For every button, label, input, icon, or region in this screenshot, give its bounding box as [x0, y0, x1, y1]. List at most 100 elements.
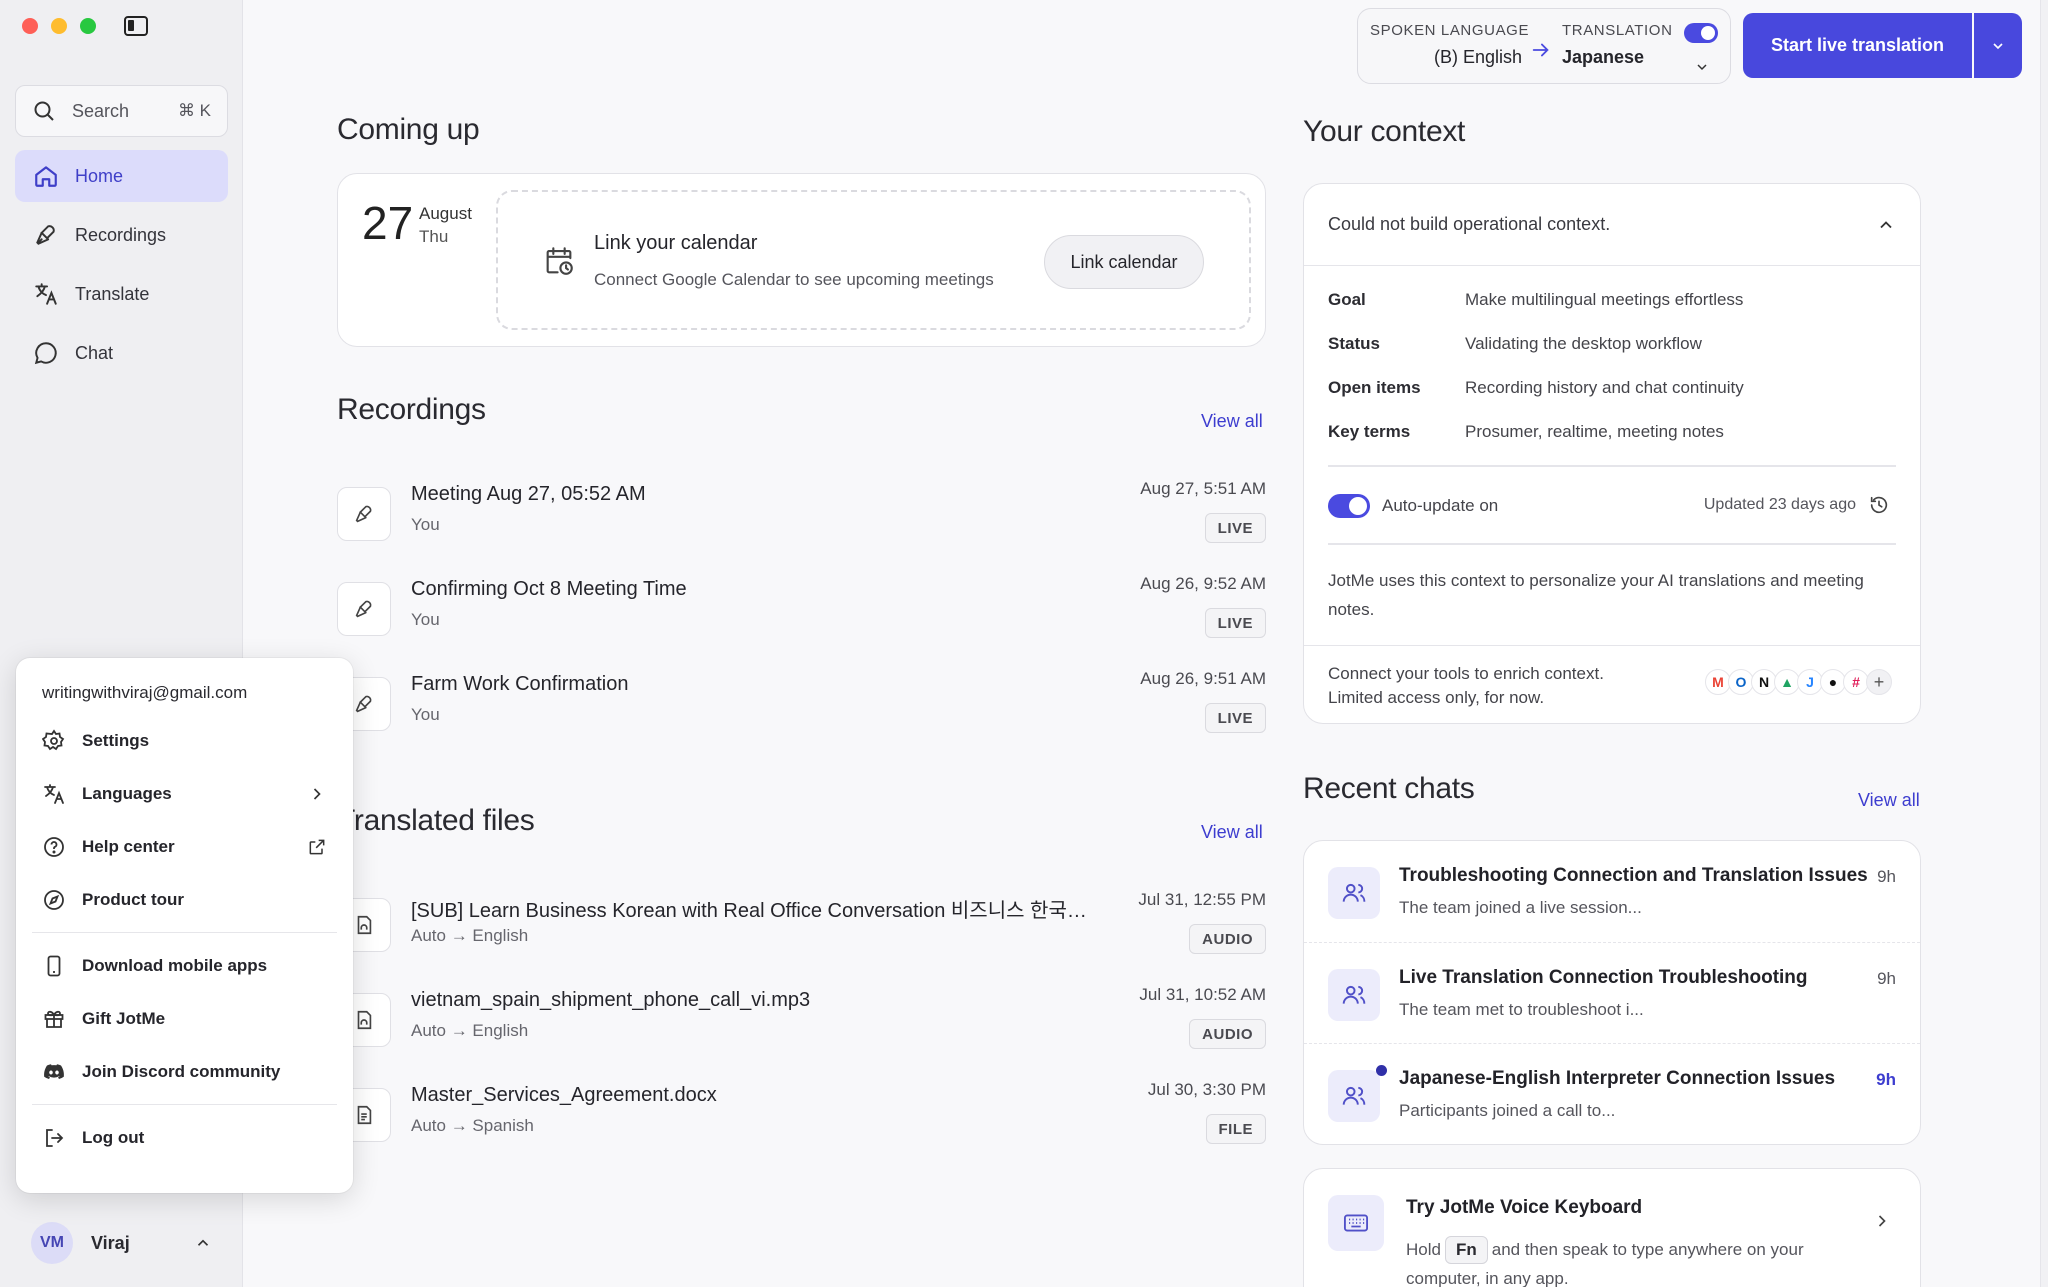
sidebar-item-label: Recordings	[75, 224, 167, 245]
link-calendar-button[interactable]: Link calendar	[1044, 235, 1204, 289]
menu-divider	[32, 932, 337, 933]
home-icon	[35, 166, 57, 187]
file-date: Jul 30, 3:30 PM	[1147, 1080, 1266, 1099]
context-field-key: Key terms	[1328, 422, 1411, 441]
recording-icon-wrap	[337, 487, 391, 541]
sidebar-toggle-icon[interactable]	[124, 16, 148, 36]
menu-item-help-center[interactable]: Help center	[28, 820, 341, 873]
chat-row[interactable]: Japanese-English Interpreter Connection …	[1304, 1043, 1920, 1144]
context-field-value: Prosumer, realtime, meeting notes	[1465, 422, 1724, 441]
recent-chats-view-all-link[interactable]: View all	[1858, 790, 1920, 811]
status-badge: LIVE	[1204, 703, 1266, 733]
discord-icon	[44, 1063, 64, 1079]
context-status-text: Could not build operational context.	[1328, 214, 1611, 234]
menu-item-gift-jotme[interactable]: Gift JotMe	[28, 992, 341, 1045]
chat-row[interactable]: Troubleshooting Connection and Translati…	[1304, 841, 1920, 942]
context-card: Could not build operational context. Goa…	[1303, 183, 1921, 724]
unread-dot	[1376, 1065, 1387, 1076]
recording-date: Aug 27, 5:51 AM	[1140, 479, 1266, 498]
connect-tools-text: Connect your tools to enrich context. Li…	[1328, 662, 1604, 710]
maximize-window-button[interactable]	[80, 18, 96, 34]
start-options-dropdown[interactable]	[1974, 13, 2022, 78]
recent-chats-card: Troubleshooting Connection and Translati…	[1303, 840, 1921, 1145]
file-name: Master_Services_Agreement.docx	[411, 1084, 717, 1106]
recording-date: Aug 26, 9:51 AM	[1140, 669, 1266, 688]
chevron-up-icon	[1880, 220, 1892, 228]
audio-file-icon	[357, 915, 372, 935]
file-row[interactable]: Master_Services_Agreement.docx Auto → Sp…	[337, 1080, 1266, 1160]
file-row[interactable]: [SUB] Learn Business Korean with Real Of…	[337, 890, 1266, 970]
date-weekday: Thu	[419, 227, 449, 246]
menu-item-languages[interactable]: Languages	[28, 767, 341, 820]
minimize-window-button[interactable]	[51, 18, 67, 34]
sidebar-item-chat[interactable]: Chat	[15, 327, 228, 379]
recording-row[interactable]: Confirming Oct 8 Meeting Time You Aug 26…	[337, 574, 1266, 654]
start-live-translation-button[interactable]: Start live translation	[1743, 13, 1972, 78]
document-icon	[357, 1105, 372, 1125]
translated-files-view-all-link[interactable]: View all	[1201, 822, 1263, 843]
recording-name: Farm Work Confirmation	[411, 673, 629, 695]
mic-icon	[355, 505, 372, 523]
context-field-value: Validating the desktop workflow	[1465, 334, 1702, 353]
menu-item-label: Settings	[82, 730, 150, 750]
chat-icon-wrap	[1328, 969, 1380, 1021]
user-menu: writingwithviraj@gmail.com Settings Lang…	[16, 658, 353, 1193]
voice-keyboard-title: Try JotMe Voice Keyboard	[1406, 1197, 1643, 1218]
file-name: [SUB] Learn Business Korean with Real Of…	[411, 900, 1087, 922]
file-row[interactable]: vietnam_spain_shipment_phone_call_vi.mp3…	[337, 985, 1266, 1065]
menu-item-download-mobile-apps[interactable]: Download mobile apps	[28, 939, 341, 992]
add-tool-button[interactable]: +	[1866, 669, 1892, 695]
recent-chats-title: Recent chats	[1303, 772, 1475, 805]
recordings-view-all-link[interactable]: View all	[1201, 411, 1263, 432]
chat-preview: The team joined a live session...	[1399, 898, 1642, 917]
mic-icon	[355, 695, 372, 713]
recording-row[interactable]: Meeting Aug 27, 05:52 AM You Aug 27, 5:5…	[337, 479, 1266, 559]
chevron-down-icon[interactable]	[1694, 59, 1710, 75]
close-window-button[interactable]	[22, 18, 38, 34]
sidebar-item-recordings[interactable]: Recordings	[15, 209, 228, 261]
recording-owner: You	[411, 515, 440, 534]
tool-icons: M O N ▲ J ● # +	[1705, 669, 1892, 695]
users-icon	[1342, 883, 1366, 902]
menu-item-product-tour[interactable]: Product tour	[28, 873, 341, 926]
chat-icon-wrap	[1328, 1070, 1380, 1122]
menu-item-label: Gift JotMe	[82, 1008, 166, 1028]
spoken-language-value: (B) English	[1434, 47, 1523, 67]
date-month: August	[419, 204, 472, 223]
file-language-pair: Auto → English	[411, 1021, 529, 1040]
menu-item-join-discord[interactable]: Join Discord community	[28, 1045, 341, 1098]
status-badge: LIVE	[1204, 513, 1266, 543]
user-profile-button[interactable]: VM Viraj	[15, 1215, 228, 1271]
mic-icon	[36, 225, 55, 245]
chevron-right-icon	[313, 787, 321, 800]
connect-tools-line: Limited access only, for now.	[1328, 688, 1545, 707]
history-icon[interactable]	[1868, 494, 1890, 516]
translation-toggle[interactable]	[1684, 23, 1718, 43]
menu-item-label: Languages	[82, 783, 172, 803]
voice-keyboard-card[interactable]: Try JotMe Voice Keyboard Hold Fn and then …	[1303, 1168, 1921, 1287]
context-header[interactable]: Could not build operational context.	[1304, 184, 1920, 266]
context-field-value: Recording history and chat continuity	[1465, 378, 1744, 397]
chat-title: Live Translation Connection Troubleshoot…	[1399, 967, 1808, 988]
menu-item-settings[interactable]: Settings	[28, 714, 341, 767]
auto-update-toggle[interactable]	[1328, 494, 1370, 518]
file-date: Jul 31, 12:55 PM	[1138, 890, 1266, 909]
translation-label: TRANSLATION	[1562, 22, 1673, 39]
auto-update-label: Auto-update on	[1382, 496, 1499, 515]
recording-row[interactable]: Farm Work Confirmation You Aug 26, 9:51 …	[337, 669, 1266, 749]
file-language-pair: Auto → Spanish	[411, 1116, 534, 1135]
search-box[interactable]: Search ⌘ K	[15, 85, 228, 137]
audio-file-icon	[357, 1010, 372, 1030]
language-selector[interactable]: SPOKEN LANGUAGE (B) English TRANSLATION …	[1357, 8, 1731, 84]
context-field-key: Goal	[1328, 290, 1366, 309]
chevron-down-icon	[1993, 42, 2003, 49]
spoken-language-label: SPOKEN LANGUAGE	[1370, 22, 1530, 39]
sidebar-item-home[interactable]: Home	[15, 150, 228, 202]
translation-value: Japanese	[1562, 47, 1645, 67]
sidebar-item-translate[interactable]: Translate	[15, 268, 228, 320]
chat-row[interactable]: Live Translation Connection Troubleshoot…	[1304, 942, 1920, 1043]
connect-tools-line: Connect your tools to enrich context.	[1328, 664, 1604, 683]
recording-owner: You	[411, 610, 440, 629]
file-type-badge: AUDIO	[1189, 1019, 1266, 1049]
menu-item-log-out[interactable]: Log out	[28, 1111, 341, 1164]
